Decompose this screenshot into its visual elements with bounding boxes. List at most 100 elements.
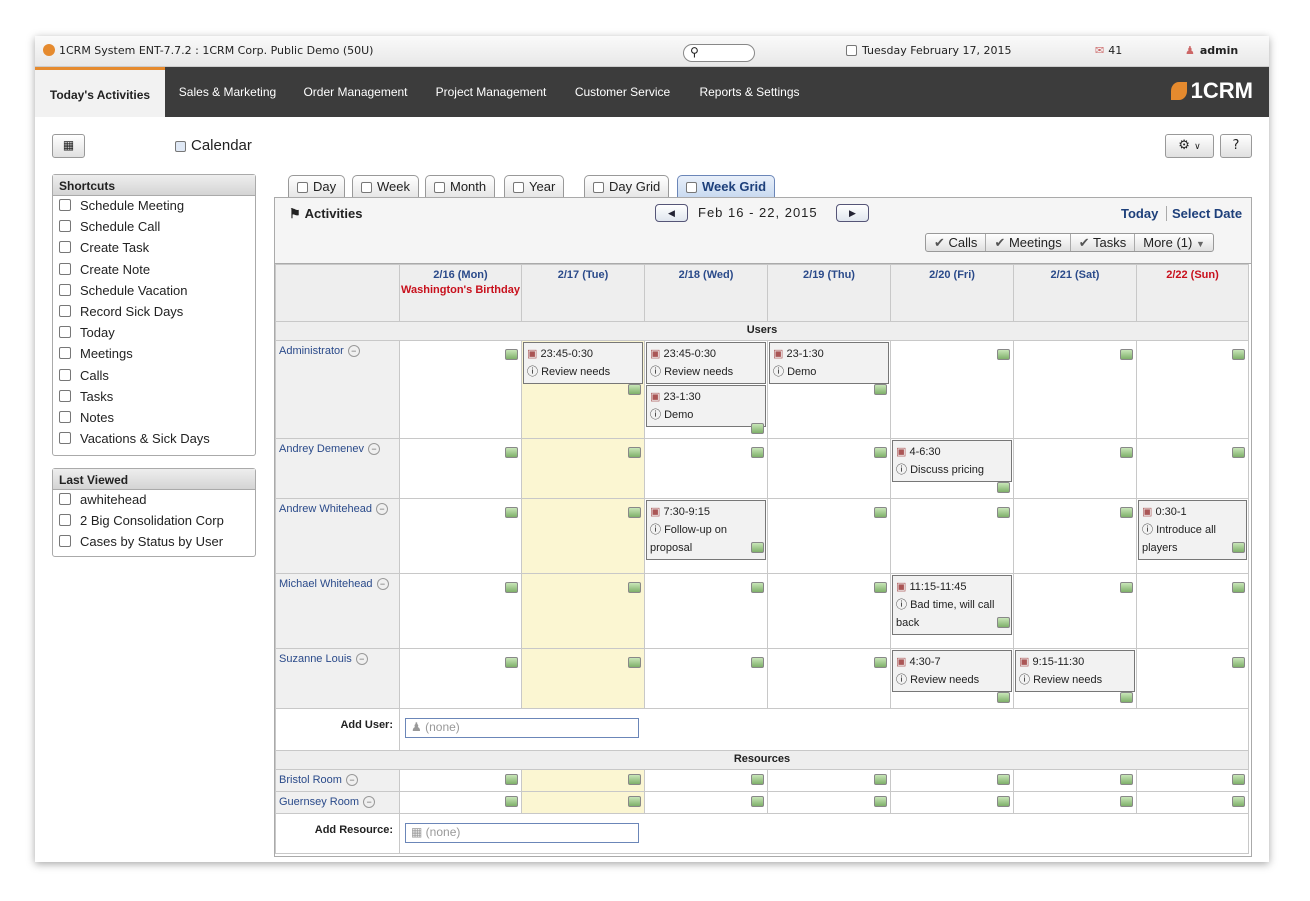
day-header-2[interactable]: 2/17 (Tue) [521, 264, 645, 322]
calendar-event[interactable]: ▣ 23:45-0:30 ⓘ Review needs [523, 342, 643, 384]
add-user-input[interactable]: ♟ (none) [405, 718, 639, 738]
resource-day-cell[interactable] [890, 769, 1014, 792]
day-cell[interactable] [521, 438, 645, 499]
user-name-cell[interactable]: Administrator − [275, 340, 400, 439]
calendar-event[interactable]: ▣ 11:15-11:45 ⓘ Bad time, will call back [892, 575, 1012, 635]
shortcut-today[interactable]: Today [53, 323, 255, 344]
remove-user-icon[interactable]: − [355, 653, 368, 665]
resource-day-cell[interactable] [644, 791, 768, 814]
day-cell[interactable] [521, 573, 645, 649]
add-activity-icon[interactable] [628, 657, 641, 668]
day-header-1[interactable]: 2/16 (Mon) Washington's Birthday [399, 264, 522, 322]
add-activity-icon[interactable] [1232, 447, 1245, 458]
resource-name[interactable]: Guernsey Room [279, 796, 359, 808]
day-cell[interactable] [1136, 573, 1249, 649]
shortcut-create-note[interactable]: Create Note [53, 260, 255, 281]
day-cell[interactable] [521, 648, 645, 709]
resource-day-cell[interactable] [399, 791, 522, 814]
day-cell[interactable] [1136, 438, 1249, 499]
add-activity-icon[interactable] [997, 692, 1010, 703]
day-cell[interactable] [1013, 498, 1137, 574]
resource-day-cell[interactable] [1136, 791, 1249, 814]
add-activity-icon[interactable] [505, 507, 518, 518]
shortcut-schedule-vacation[interactable]: Schedule Vacation [53, 281, 255, 302]
add-activity-icon[interactable] [874, 657, 887, 668]
day-cell[interactable]: ▣ 11:15-11:45 ⓘ Bad time, will call back [890, 573, 1014, 649]
nav-tab-today-s-activities[interactable]: Today's Activities [35, 67, 165, 117]
day-cell[interactable]: ▣ 4-6:30 ⓘ Discuss pricing [890, 438, 1014, 499]
add-activity-icon[interactable] [997, 482, 1010, 493]
add-activity-icon[interactable] [874, 796, 887, 807]
add-activity-icon[interactable] [505, 774, 518, 785]
resource-day-cell[interactable] [644, 769, 768, 792]
shortcut-meetings[interactable]: Meetings [53, 344, 255, 365]
resource-day-cell[interactable] [521, 791, 645, 814]
day-cell[interactable] [1013, 438, 1137, 499]
resource-day-cell[interactable] [521, 769, 645, 792]
day-cell[interactable] [1013, 573, 1137, 649]
user-name[interactable]: Andrey Demenev [279, 443, 364, 455]
day-cell[interactable] [644, 573, 768, 649]
add-activity-icon[interactable] [1120, 692, 1133, 703]
day-cell[interactable] [1013, 340, 1137, 439]
add-activity-icon[interactable] [997, 349, 1010, 360]
resource-day-cell[interactable] [767, 769, 891, 792]
add-activity-icon[interactable] [997, 774, 1010, 785]
resource-day-cell[interactable] [1136, 769, 1249, 792]
add-activity-icon[interactable] [1232, 349, 1245, 360]
view-tab-week-grid[interactable]: Week Grid [677, 175, 776, 197]
add-activity-icon[interactable] [505, 349, 518, 360]
day-cell[interactable]: ▣ 23:45-0:30 ⓘ Review needs ▣ 23-1:30 ⓘ Dem… [644, 340, 768, 439]
remove-resource-icon[interactable]: − [345, 774, 358, 786]
nav-tab-customer-service[interactable]: Customer Service [561, 67, 684, 117]
user-name-cell[interactable]: Andrew Whitehead − [275, 498, 400, 574]
add-activity-icon[interactable] [751, 582, 764, 593]
day-cell[interactable] [767, 498, 891, 574]
day-cell[interactable] [890, 340, 1014, 439]
user-name-cell[interactable]: Suzanne Louis − [275, 648, 400, 709]
remove-user-icon[interactable]: − [376, 578, 389, 590]
add-activity-icon[interactable] [505, 447, 518, 458]
last-viewed-awhitehead[interactable]: awhitehead [53, 490, 255, 511]
shortcut-schedule-call[interactable]: Schedule Call [53, 217, 255, 238]
add-activity-icon[interactable] [874, 582, 887, 593]
add-activity-icon[interactable] [1232, 542, 1245, 553]
user-name-cell[interactable]: Michael Whitehead − [275, 573, 400, 649]
view-tab-year[interactable]: Year [504, 175, 565, 197]
day-cell[interactable] [399, 648, 522, 709]
add-activity-icon[interactable] [751, 774, 764, 785]
add-activity-icon[interactable] [874, 384, 887, 395]
resource-day-cell[interactable] [399, 769, 522, 792]
view-tab-week[interactable]: Week [352, 175, 419, 197]
day-header-4[interactable]: 2/19 (Thu) [767, 264, 891, 322]
add-activity-icon[interactable] [1120, 507, 1133, 518]
today-link[interactable]: Today [1121, 206, 1158, 221]
day-cell[interactable] [1136, 648, 1249, 709]
add-activity-icon[interactable] [1120, 774, 1133, 785]
add-activity-icon[interactable] [1232, 582, 1245, 593]
day-cell[interactable]: ▣ 4:30-7 ⓘ Review needs [890, 648, 1014, 709]
day-cell[interactable] [644, 438, 768, 499]
day-cell[interactable]: ▣ 0:30-1 ⓘ Introduce all players [1136, 498, 1249, 574]
add-activity-icon[interactable] [874, 774, 887, 785]
sidebar-toggle-button[interactable]: ▦ [52, 134, 85, 158]
add-activity-icon[interactable] [1120, 349, 1133, 360]
filter-meetings[interactable]: ✔ Meetings [986, 234, 1071, 251]
remove-user-icon[interactable]: − [347, 345, 360, 357]
day-cell[interactable] [521, 498, 645, 574]
day-cell[interactable]: ▣ 7:30-9:15 ⓘ Follow-up on proposal [644, 498, 768, 574]
add-activity-icon[interactable] [1120, 447, 1133, 458]
calendar-event[interactable]: ▣ 23:45-0:30 ⓘ Review needs [646, 342, 766, 384]
add-activity-icon[interactable] [1120, 796, 1133, 807]
calendar-event[interactable]: ▣ 0:30-1 ⓘ Introduce all players [1138, 500, 1247, 560]
shortcut-calls[interactable]: Calls [53, 366, 255, 387]
resource-name-cell[interactable]: Guernsey Room − [275, 791, 400, 814]
shortcut-create-task[interactable]: Create Task [53, 238, 255, 259]
calendar-event[interactable]: ▣ 23-1:30 ⓘ Demo [769, 342, 889, 384]
day-header-7[interactable]: 2/22 (Sun) [1136, 264, 1249, 322]
day-cell[interactable] [644, 648, 768, 709]
day-cell[interactable] [890, 498, 1014, 574]
filter-calls[interactable]: ✔ Calls [926, 234, 987, 251]
calendar-event[interactable]: ▣ 9:15-11:30 ⓘ Review needs [1015, 650, 1135, 692]
view-tab-month[interactable]: Month [425, 175, 496, 197]
